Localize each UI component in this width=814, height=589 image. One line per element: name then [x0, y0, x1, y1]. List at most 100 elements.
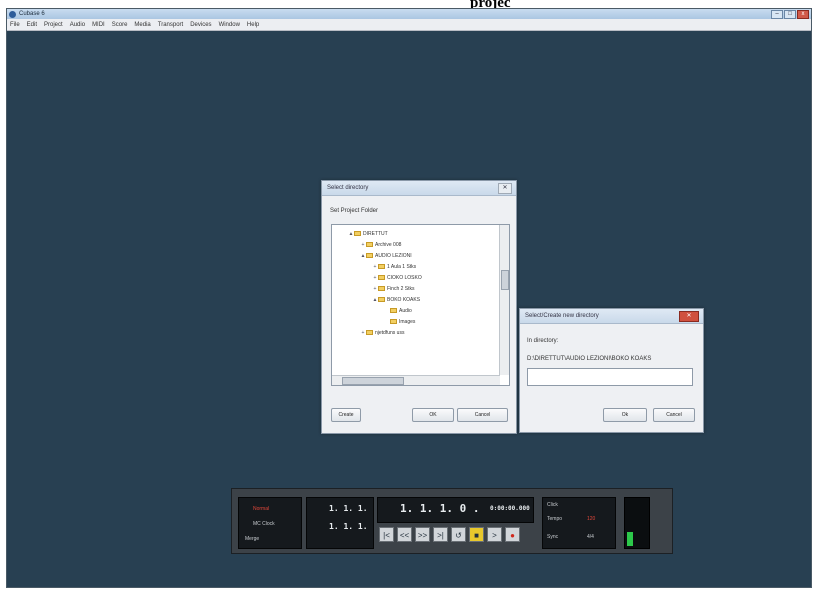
click-toggle[interactable]: Click: [547, 502, 558, 508]
info-section: Click Tempo Sync 120 4/4: [542, 497, 616, 549]
menu-devices[interactable]: Devices: [190, 22, 211, 28]
tree-item-label: CIOKO LOSKO: [387, 274, 422, 281]
create-button[interactable]: Create: [331, 408, 361, 422]
ok-button[interactable]: OK: [412, 408, 454, 422]
tempo-value[interactable]: 120: [587, 516, 595, 522]
menu-score[interactable]: Score: [112, 22, 128, 28]
folder-icon: [366, 330, 373, 335]
menu-project[interactable]: Project: [44, 22, 63, 28]
tree-item[interactable]: ▲ DIRETTUT: [348, 229, 388, 238]
minimize-button[interactable]: –: [771, 10, 783, 19]
right-locator[interactable]: 1. 1. 1.: [329, 522, 368, 531]
menu-midi[interactable]: MIDI: [92, 22, 105, 28]
folder-icon: [390, 319, 397, 324]
tree-item[interactable]: + CIOKO LOSKO: [372, 273, 422, 282]
mode-merge[interactable]: Merge: [245, 536, 259, 542]
folder-icon: [354, 231, 361, 236]
fast-forward-button[interactable]: >>: [415, 527, 430, 542]
go-to-end-button[interactable]: >|: [433, 527, 448, 542]
cancel-button[interactable]: Cancel: [653, 408, 695, 422]
dialog-title: Select directory: [327, 185, 369, 191]
menu-transport[interactable]: Transport: [158, 22, 183, 28]
tree-item[interactable]: Images: [384, 317, 415, 326]
tree-item-label: BOKO KOAKS: [387, 296, 421, 303]
mode-normal[interactable]: Normal: [253, 506, 269, 512]
stop-button[interactable]: ■: [469, 527, 484, 542]
folder-icon: [390, 308, 397, 313]
app-title: Cubase 6: [19, 11, 45, 17]
folder-icon: [378, 275, 385, 280]
folder-icon: [378, 264, 385, 269]
close-dialog-button[interactable]: ✕: [679, 311, 699, 322]
menu-help[interactable]: Help: [247, 22, 259, 28]
directory-path: D:\DIRETTUT\AUDIO LEZIONI\BOKO KOAKS: [527, 356, 652, 362]
menu-audio[interactable]: Audio: [70, 22, 85, 28]
rewind-button[interactable]: <<: [397, 527, 412, 542]
tree-item-label: Finch 2 Stks: [387, 285, 415, 292]
cancel-button[interactable]: Cancel: [457, 408, 508, 422]
cycle-button[interactable]: ↺: [451, 527, 466, 542]
app-window: Cubase 6 – □ x File Edit Project Audio M…: [6, 8, 812, 588]
tree-item[interactable]: ▲ BOKO KOAKS: [372, 295, 421, 304]
select-directory-dialog: Select directory ✕ Set Project Folder ▲ …: [321, 180, 517, 434]
folder-icon: [378, 286, 385, 291]
tree-item-label: AUDIO LEZIONI: [375, 252, 412, 259]
level-meter: [624, 497, 650, 549]
mode-clock[interactable]: MC Clock: [253, 521, 275, 527]
tree-item[interactable]: + Archive 008: [360, 240, 402, 249]
close-dialog-button[interactable]: ✕: [498, 183, 512, 194]
dialog-prompt: Set Project Folder: [330, 208, 379, 214]
time-display: 1. 1. 1. 0 . 0:00:00.000: [377, 497, 534, 523]
locator-section: 1. 1. 1. 1. 1. 1.: [306, 497, 374, 549]
meter-level: [627, 532, 633, 546]
tree-item-label: Images: [399, 318, 416, 325]
tree-item[interactable]: + njetdfuns uss: [360, 328, 405, 337]
folder-icon: [378, 297, 385, 302]
tree-item-label: Archive 008: [375, 241, 402, 248]
tree-item-label: Audio: [399, 307, 412, 314]
horizontal-scrollbar[interactable]: [332, 375, 500, 385]
new-directory-input[interactable]: [527, 368, 693, 386]
mode-section: Normal MC Clock Merge: [238, 497, 302, 549]
menu-media[interactable]: Media: [134, 22, 150, 28]
tree-item[interactable]: + Finch 2 Stks: [372, 284, 415, 293]
sync-toggle[interactable]: Sync: [547, 534, 558, 540]
dialog-title-bar[interactable]: Select/Create new directory ✕: [520, 309, 703, 324]
close-button[interactable]: x: [797, 10, 809, 19]
vertical-scrollbar[interactable]: [499, 225, 509, 375]
menu-edit[interactable]: Edit: [27, 22, 37, 28]
tree-item[interactable]: ▲ AUDIO LEZIONI: [360, 251, 412, 260]
app-icon: [9, 10, 16, 18]
folder-tree[interactable]: ▲ DIRETTUT + Archive 008 ▲ AUDIO LEZIONI…: [331, 224, 510, 386]
menu-file[interactable]: File: [10, 22, 20, 28]
primary-time-display[interactable]: 1. 1. 1. 0 .: [400, 502, 479, 515]
folder-icon: [366, 242, 373, 247]
scroll-thumb[interactable]: [342, 377, 404, 385]
dialog-title: Select/Create new directory: [525, 313, 599, 319]
maximize-button[interactable]: □: [784, 10, 796, 19]
page-heading: projec: [470, 0, 511, 8]
scroll-thumb[interactable]: [501, 270, 509, 290]
signature-value[interactable]: 4/4: [587, 534, 594, 540]
dialog-title-bar[interactable]: Select directory ✕: [322, 181, 516, 196]
in-directory-label: In directory:: [527, 338, 559, 344]
menu-bar: File Edit Project Audio MIDI Score Media…: [7, 19, 811, 31]
left-locator[interactable]: 1. 1. 1.: [329, 504, 368, 513]
ok-button[interactable]: Ok: [603, 408, 647, 422]
title-bar[interactable]: Cubase 6 – □ x: [7, 9, 811, 19]
tree-item-label: njetdfuns uss: [375, 329, 405, 336]
tree-item[interactable]: + 1 Aula 1 Stks: [372, 262, 417, 271]
play-button[interactable]: >: [487, 527, 502, 542]
tree-item-label: DIRETTUT: [363, 230, 388, 237]
tempo-label[interactable]: Tempo: [547, 516, 562, 522]
menu-window[interactable]: Window: [219, 22, 240, 28]
go-to-start-button[interactable]: |<: [379, 527, 394, 542]
window-controls: – □ x: [771, 10, 809, 19]
folder-icon: [366, 253, 373, 258]
tree-item[interactable]: Audio: [384, 306, 412, 315]
transport-panel: Normal MC Clock Merge 1. 1. 1. 1. 1. 1. …: [231, 488, 673, 554]
secondary-time-display[interactable]: 0:00:00.000: [490, 505, 530, 512]
record-button[interactable]: ●: [505, 527, 520, 542]
tree-item-label: 1 Aula 1 Stks: [387, 263, 417, 270]
create-directory-dialog: Select/Create new directory ✕ In directo…: [519, 308, 704, 433]
